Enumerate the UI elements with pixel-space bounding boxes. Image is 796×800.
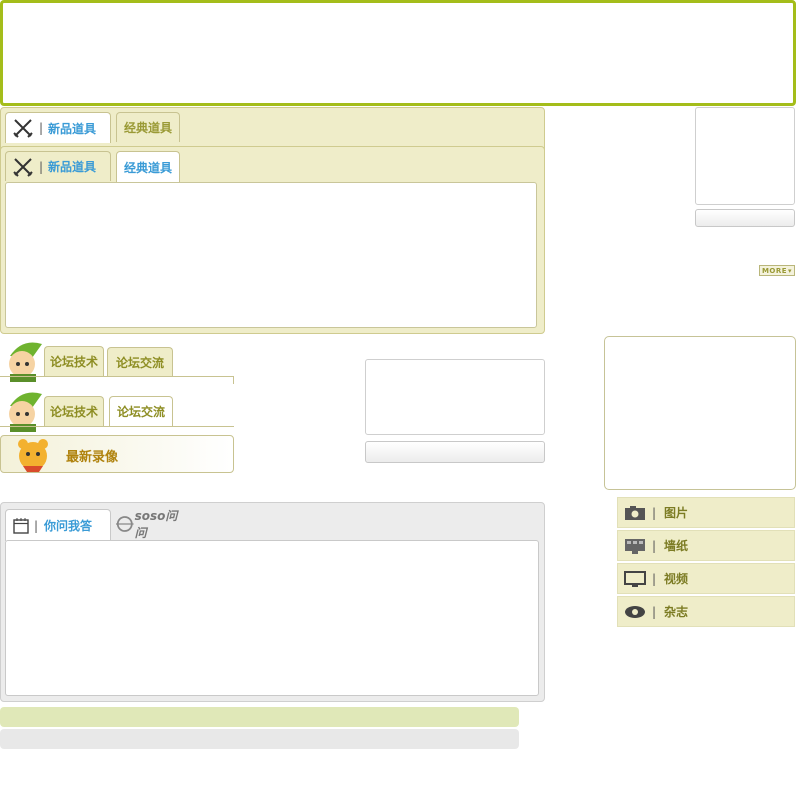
- separator: |: [652, 571, 657, 586]
- tab-separator: |: [34, 518, 39, 533]
- promo-image-box[interactable]: [695, 107, 795, 205]
- tab-label: 论坛交流: [116, 405, 165, 419]
- items-content: [5, 182, 537, 328]
- cartoon-bear-icon: [18, 439, 48, 472]
- chevron-down-icon: ▾: [788, 266, 793, 275]
- tab-classic-items-back[interactable]: 经典道具: [116, 112, 180, 142]
- tab-forum-tech[interactable]: 论坛技术: [44, 396, 104, 426]
- media-label: 图片: [664, 506, 689, 520]
- notepad-icon: [13, 517, 29, 534]
- tab-qa[interactable]: | 你问我答: [5, 509, 111, 541]
- soso-logo[interactable]: soso问问: [116, 509, 188, 540]
- footer-bar-green: [0, 707, 519, 727]
- media-label: 墙纸: [664, 539, 689, 553]
- brand-label: soso问问: [134, 509, 178, 540]
- tab-new-items[interactable]: | 新品道具: [5, 151, 111, 181]
- crossed-swords-icon: [13, 119, 33, 138]
- tab-label: 新品道具: [48, 121, 97, 136]
- crossed-swords-icon: [13, 157, 33, 177]
- tab-separator: |: [39, 121, 44, 135]
- media-label: 视频: [664, 572, 689, 586]
- separator: |: [652, 538, 657, 553]
- forum-caption-bar[interactable]: [365, 441, 545, 463]
- soso-logo-icon: [116, 516, 134, 532]
- media-item-magazines[interactable]: | 杂志: [617, 596, 795, 627]
- camera-icon: [624, 505, 646, 521]
- tab-label: 论坛交流: [115, 356, 164, 370]
- recordings-title: 最新录像: [66, 450, 119, 465]
- more-button[interactable]: MORE ▾: [759, 265, 795, 276]
- divider: [233, 376, 234, 384]
- tab-label: 论坛技术: [49, 405, 98, 419]
- promo-caption-bar[interactable]: [695, 209, 795, 227]
- tab-forum-chat-back[interactable]: 论坛交流: [107, 347, 173, 377]
- top-banner: [0, 0, 796, 106]
- media-item-wallpapers[interactable]: | 墙纸: [617, 530, 795, 561]
- qa-content: [5, 540, 539, 696]
- tab-label: 经典道具: [123, 160, 172, 175]
- tab-forum-tech-back[interactable]: 论坛技术: [44, 346, 104, 376]
- divider: [0, 376, 234, 377]
- tab-separator: |: [39, 159, 44, 174]
- eye-icon: [624, 604, 646, 620]
- footer-bar-grey: [0, 729, 519, 749]
- tab-label: 论坛技术: [49, 355, 98, 369]
- monitor-icon: [624, 570, 646, 587]
- tab-label: 新品道具: [48, 160, 97, 174]
- divider: [0, 426, 234, 427]
- separator: |: [652, 505, 657, 520]
- separator: |: [652, 604, 657, 619]
- wallpaper-icon: [624, 538, 646, 554]
- media-item-videos[interactable]: | 视频: [617, 563, 795, 594]
- tab-new-items-back[interactable]: | 新品道具: [5, 112, 111, 143]
- media-item-pictures[interactable]: | 图片: [617, 497, 795, 528]
- tab-forum-chat[interactable]: 论坛交流: [109, 396, 173, 426]
- forum-image-box[interactable]: [365, 359, 545, 435]
- more-label: MORE: [761, 266, 788, 275]
- tab-label: 你问我答: [44, 519, 93, 533]
- tab-classic-items[interactable]: 经典道具: [116, 151, 180, 182]
- recordings-header[interactable]: 最新录像: [0, 435, 234, 473]
- media-label: 杂志: [664, 605, 689, 619]
- side-feature-box[interactable]: [604, 336, 796, 490]
- tab-label: 经典道具: [123, 121, 172, 135]
